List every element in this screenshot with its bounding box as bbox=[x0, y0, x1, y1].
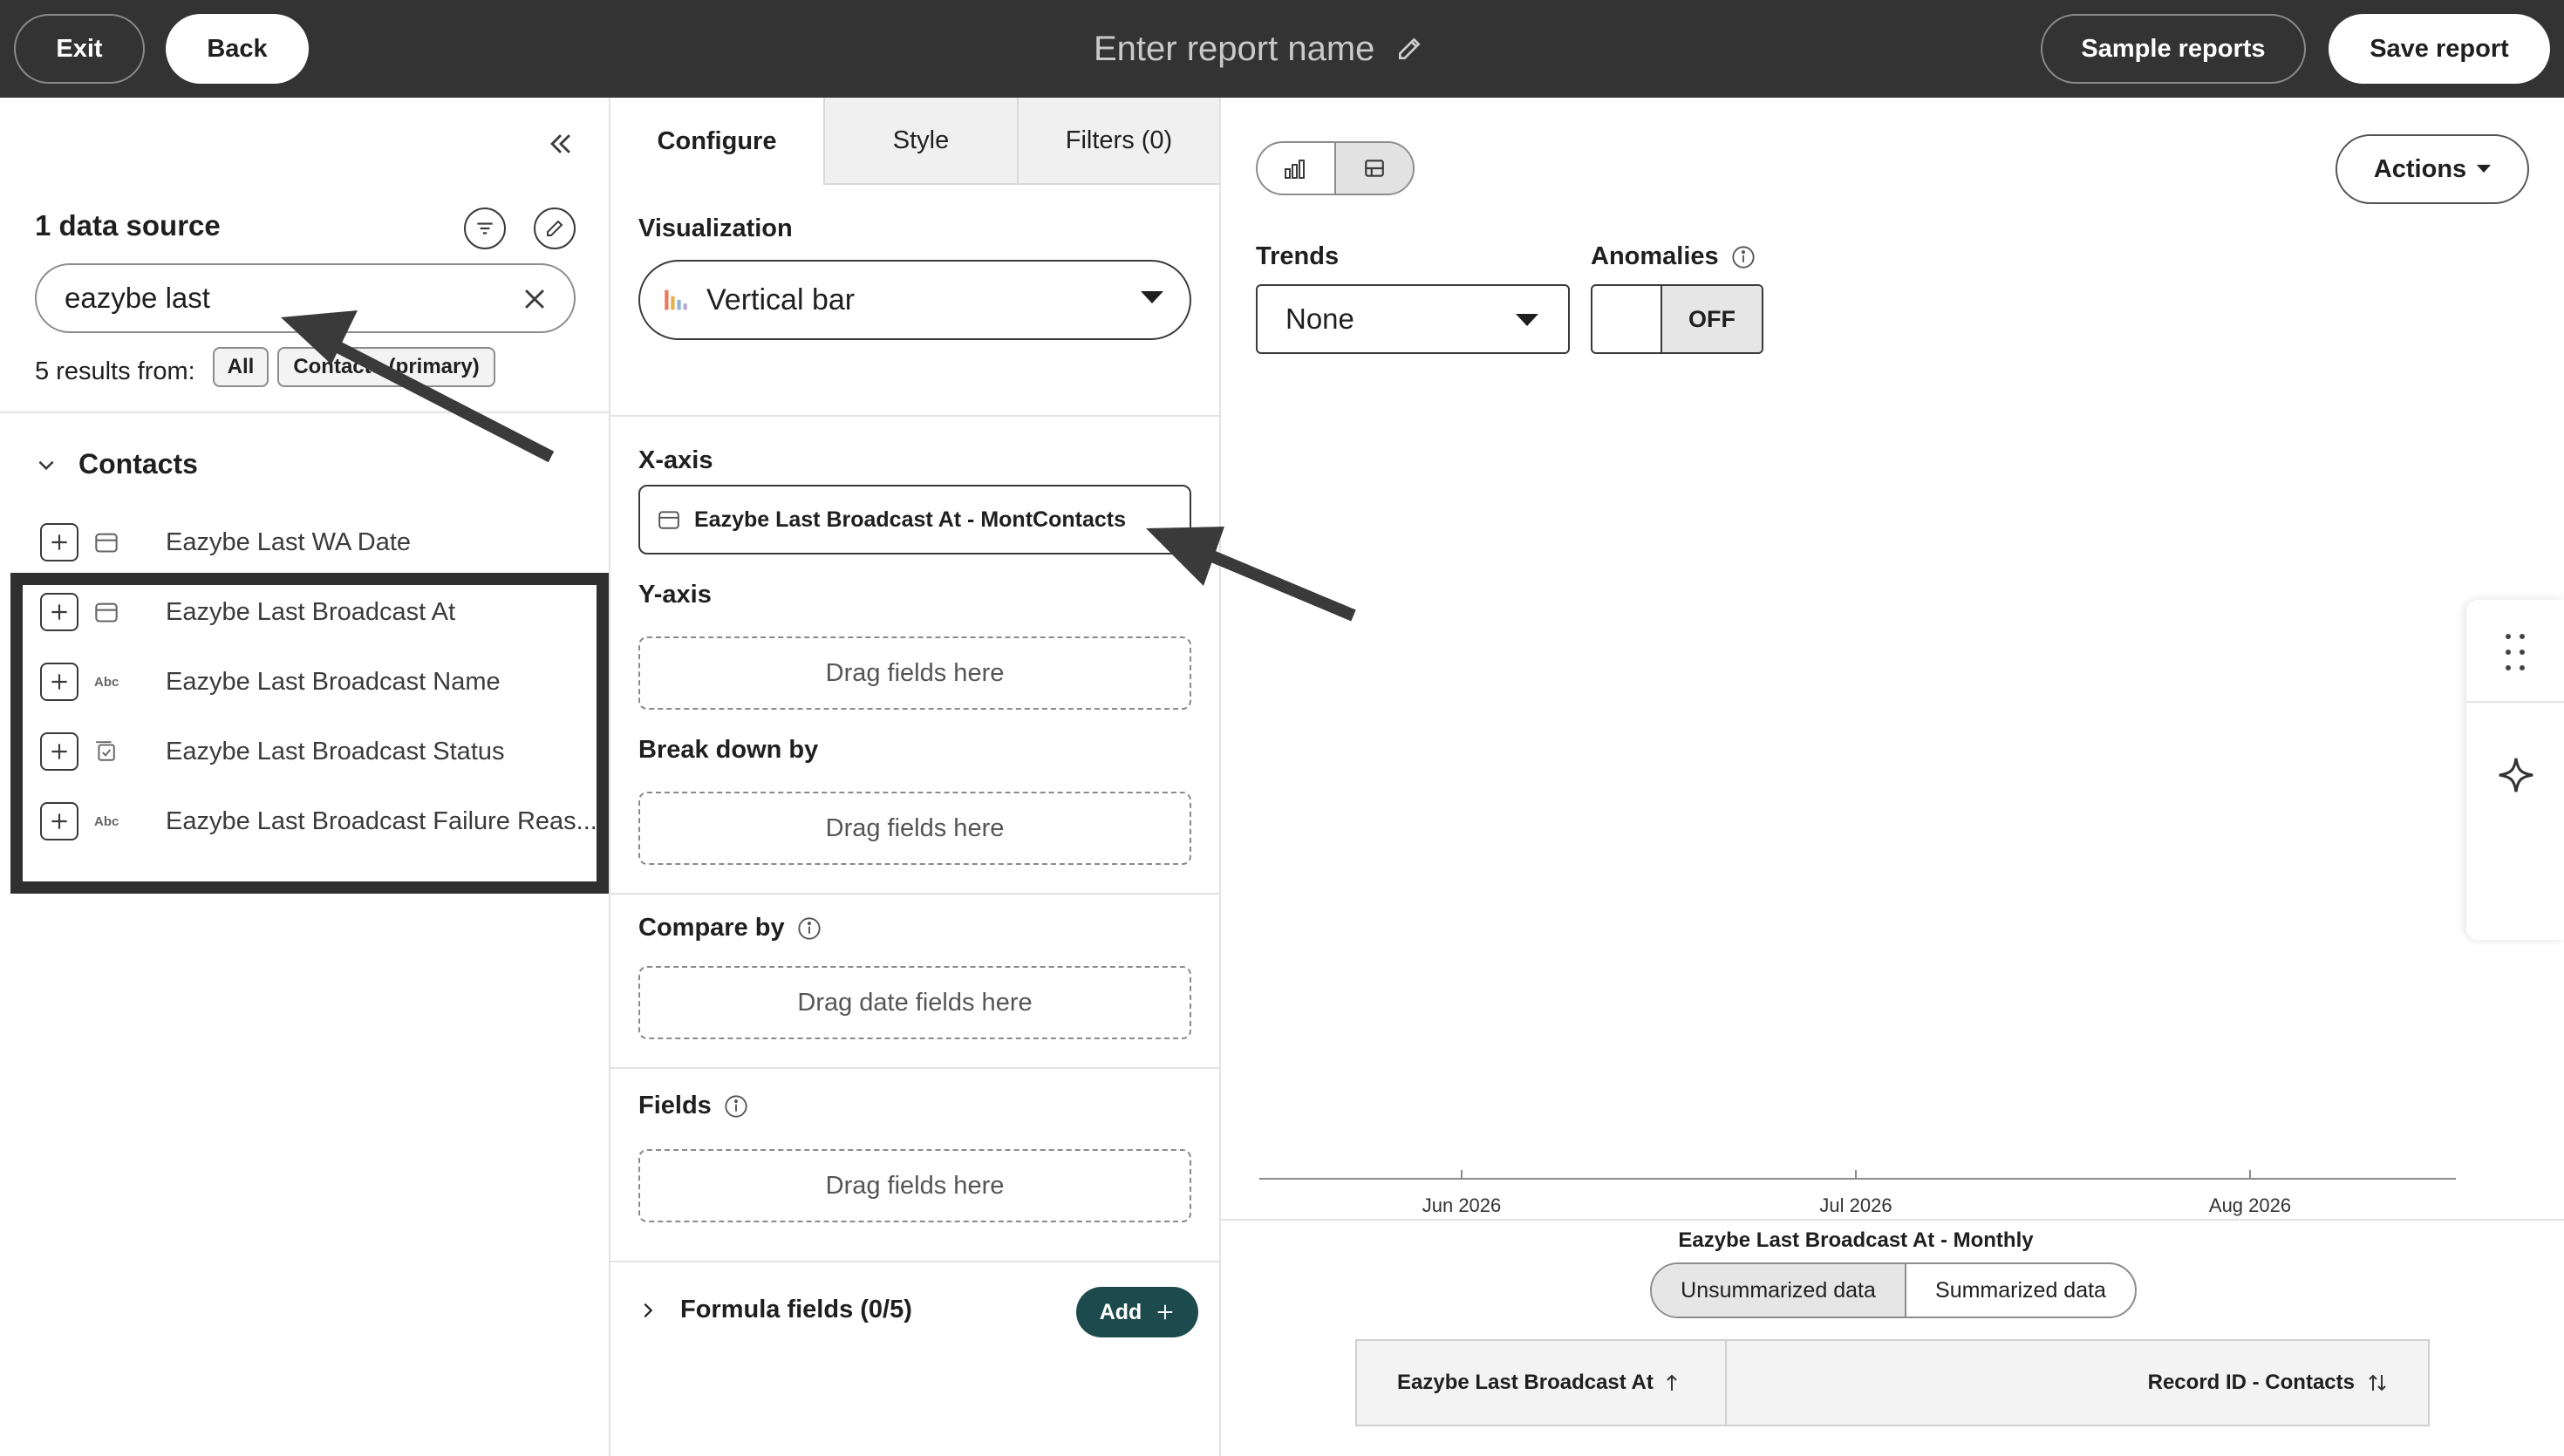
annotation-arrow bbox=[281, 310, 555, 463]
annotation-arrow bbox=[1146, 527, 1356, 622]
annotation-arrows bbox=[281, 310, 1356, 622]
